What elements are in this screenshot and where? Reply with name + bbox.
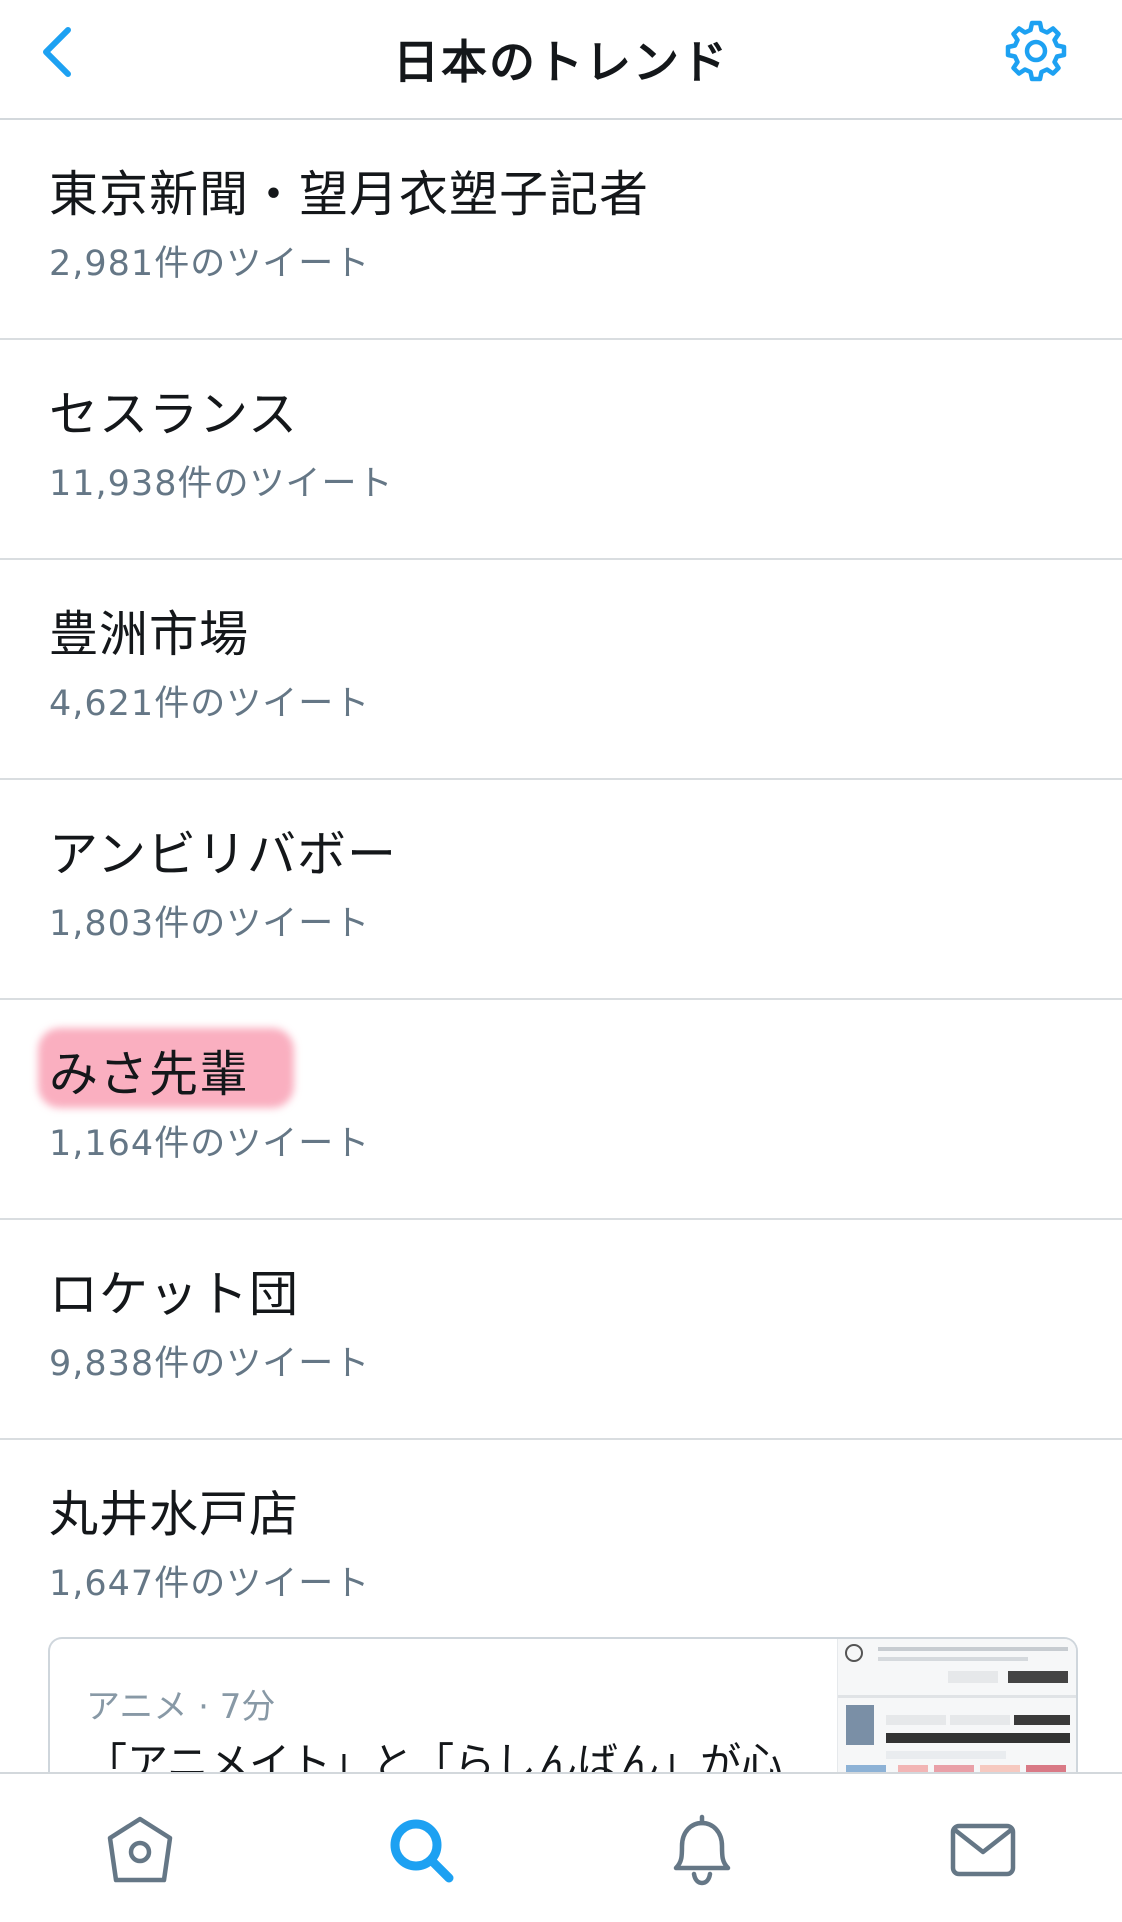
thumbnail-image [838, 1639, 1076, 1779]
notifications-icon [673, 1814, 731, 1886]
messages-icon [950, 1823, 1016, 1877]
top-nav-bar: 日本のトレンド [0, 0, 1122, 120]
trend-item[interactable]: セスランス 11,938件のツイート [0, 340, 1122, 560]
tab-search[interactable] [381, 1810, 461, 1890]
trend-tweet-count: 1,803件のツイート [49, 904, 371, 944]
trend-name: 東京新聞・望月衣塑子記者 [49, 166, 650, 223]
search-icon [390, 1819, 454, 1883]
trend-name: アンビリバボー [49, 826, 398, 883]
trend-name: セスランス [49, 386, 299, 443]
trend-tweet-count: 1,647件のツイート [49, 1564, 371, 1604]
trend-tweet-count: 2,981件のツイート [49, 244, 371, 284]
news-meta: アニメ · 7分 [86, 1687, 276, 1727]
trend-name: ロケット団 [49, 1266, 300, 1323]
tab-home[interactable] [100, 1810, 180, 1890]
news-card[interactable]: アニメ · 7分 「アニメイト」と「らしんばん」が心 [48, 1637, 1078, 1779]
trend-tweet-count: 4,621件のツイート [49, 684, 371, 724]
trend-tweet-count: 11,938件のツイート [49, 464, 394, 504]
trend-name: 豊洲市場 [49, 606, 250, 663]
trend-name: みさ先輩 [49, 1046, 250, 1103]
trend-item[interactable]: 丸井水戸店 1,647件のツイート [0, 1440, 1122, 1640]
trend-item[interactable]: みさ先輩 1,164件のツイート [0, 1000, 1122, 1220]
home-icon [107, 1816, 173, 1883]
trend-item[interactable]: 豊洲市場 4,621件のツイート [0, 560, 1122, 780]
page-title: 日本のトレンド [393, 35, 729, 89]
trend-list: 東京新聞・望月衣塑子記者 2,981件のツイート セスランス 11,938件のツ… [0, 120, 1122, 1640]
tab-notifications[interactable] [662, 1810, 742, 1890]
bottom-tab-bar [0, 1772, 1122, 1922]
trend-item[interactable]: ロケット団 9,838件のツイート [0, 1220, 1122, 1440]
gear-icon [1005, 20, 1067, 82]
trend-tweet-count: 1,164件のツイート [49, 1124, 371, 1164]
tab-messages[interactable] [943, 1810, 1023, 1890]
trend-name: 丸井水戸店 [49, 1486, 300, 1543]
news-thumbnail [837, 1639, 1076, 1779]
trend-item[interactable]: 東京新聞・望月衣塑子記者 2,981件のツイート [0, 120, 1122, 340]
trend-item[interactable]: アンビリバボー 1,803件のツイート [0, 780, 1122, 1000]
settings-button[interactable] [1003, 18, 1069, 84]
trend-tweet-count: 9,838件のツイート [49, 1344, 371, 1384]
